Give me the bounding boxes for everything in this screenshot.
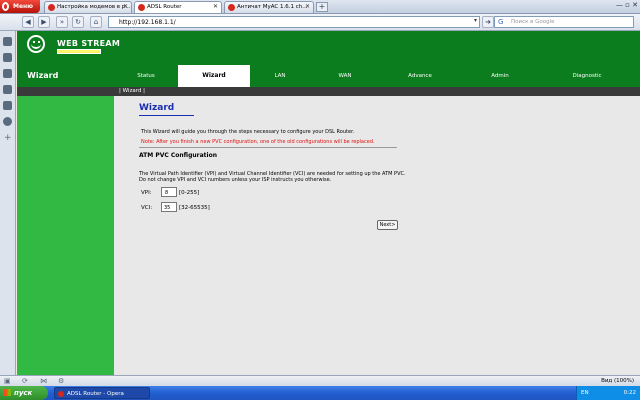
brand-tagline-strip <box>57 49 101 54</box>
close-tab-icon[interactable]: ✕ <box>213 3 218 10</box>
nav-lan[interactable]: LAN <box>250 65 310 87</box>
home-icon: ⌂ <box>93 18 99 26</box>
unite-status-icon[interactable]: ⋈ <box>40 377 47 385</box>
windows-logo-icon <box>4 389 11 396</box>
nav-wan[interactable]: WAN <box>310 65 380 87</box>
windows-taskbar: пуск ADSL Router - Opera EN 0:22 <box>0 386 640 400</box>
nav-wizard[interactable]: Wizard <box>178 65 250 87</box>
clock: 0:22 <box>623 390 636 396</box>
language-indicator[interactable]: EN <box>581 390 589 396</box>
intro-text: This Wizard will guide you through the s… <box>141 129 355 135</box>
back-button[interactable]: ◀ <box>22 16 34 28</box>
sub-navigation: | Wizard | <box>17 87 640 96</box>
settings-gear-icon[interactable]: ⚙ <box>58 377 64 385</box>
menu-label: Меню <box>13 3 34 10</box>
address-field[interactable]: http://192.168.1.1/ ▾ <box>108 16 480 28</box>
vci-input[interactable]: 35 <box>161 202 177 212</box>
left-green-column <box>17 96 114 375</box>
vpi-label: VPI: <box>141 190 152 196</box>
opera-menu-button[interactable]: Меню <box>0 0 40 13</box>
back-arrow-icon: ◀ <box>25 18 31 26</box>
nav-status[interactable]: Status <box>114 65 178 87</box>
taskbar-item-label: ADSL Router - Opera <box>67 391 124 397</box>
go-icon: ➜ <box>485 18 491 26</box>
nav-admin[interactable]: Admin <box>460 65 540 87</box>
brand-name: WEB STREAM <box>57 39 121 48</box>
widgets-icon[interactable] <box>3 53 12 62</box>
tab-adsl-router[interactable]: ADSL Router ✕ <box>134 1 222 13</box>
vci-range: [32-65535] <box>179 205 210 211</box>
search-input[interactable]: G Поиск в Google <box>494 16 634 28</box>
nav-advance[interactable]: Advance <box>380 65 460 87</box>
opera-logo-icon <box>2 2 9 11</box>
next-button[interactable]: Next> <box>377 220 398 230</box>
start-button[interactable]: пуск <box>0 386 48 400</box>
vpi-range: [0-255] <box>179 190 200 196</box>
opera-favicon-icon <box>228 4 235 11</box>
page-title: Wizard <box>139 103 175 113</box>
opera-side-panel: + <box>0 31 16 375</box>
description-line-2: Do not change VPI and VCI numbers unless… <box>139 177 332 183</box>
taskbar-item-opera[interactable]: ADSL Router - Opera <box>54 387 150 399</box>
close-tab-icon[interactable]: ✕ <box>123 3 128 10</box>
forward-button[interactable]: ▶ <box>38 16 50 28</box>
fast-forward-button[interactable]: » <box>56 16 68 28</box>
go-button[interactable]: ➜ <box>482 16 494 28</box>
divider <box>139 147 397 148</box>
opera-favicon-icon <box>58 391 64 397</box>
subnav-wizard[interactable]: | Wizard | <box>119 88 145 94</box>
history-icon[interactable] <box>3 117 12 126</box>
nav-diagnostic[interactable]: Diagnostic <box>540 65 634 87</box>
start-label: пуск <box>14 389 33 397</box>
tab-antichat[interactable]: Античат MyAC 1.6.1 ch... ✕ <box>224 1 314 13</box>
new-tab-button[interactable]: + <box>316 2 328 12</box>
unite-icon[interactable] <box>3 69 12 78</box>
main-navigation: Wizard Status Wizard LAN WAN Advance Adm… <box>17 65 640 87</box>
zoom-level[interactable]: Вид (100%) <box>601 378 634 384</box>
section-heading: ATM PVC Configuration <box>139 152 217 159</box>
home-button[interactable]: ⌂ <box>90 16 102 28</box>
window-controls[interactable]: — ▫ ✕ <box>616 1 638 9</box>
fast-forward-icon: » <box>59 18 65 26</box>
reload-icon: ↻ <box>75 18 81 26</box>
tab-label: ADSL Router <box>147 4 182 10</box>
vpi-input[interactable]: 8 <box>161 187 177 197</box>
google-search-icon: G <box>498 18 504 26</box>
search-placeholder: Поиск в Google <box>511 19 555 25</box>
reload-button[interactable]: ↻ <box>72 16 84 28</box>
tab-label: Настройка модемов в р... <box>57 4 131 10</box>
status-bar: ▣ ⟳ ⋈ ⚙ Вид (100%) <box>0 375 640 386</box>
tab-modem-settings[interactable]: Настройка модемов в р... ✕ <box>44 1 132 13</box>
address-text: http://192.168.1.1/ <box>119 19 176 26</box>
notes-icon[interactable] <box>3 85 12 94</box>
opera-favicon-icon <box>138 4 145 11</box>
vci-label: VCI: <box>141 205 153 211</box>
system-tray: EN 0:22 <box>576 386 640 400</box>
downloads-icon[interactable] <box>3 101 12 110</box>
close-tab-icon[interactable]: ✕ <box>305 3 310 10</box>
add-panel-icon[interactable]: + <box>4 133 12 143</box>
section-title: Wizard <box>27 71 59 80</box>
panel-toggle-icon[interactable]: ▣ <box>4 377 11 385</box>
page-content: WEB STREAM Wizard Status Wizard LAN WAN … <box>17 31 640 375</box>
tab-bar: Меню Настройка модемов в р... ✕ ADSL Rou… <box>0 0 640 14</box>
navigation-bar: ◀ ▶ » ↻ ⌂ http://192.168.1.1/ ▾ ➜ G Поис… <box>0 14 640 31</box>
router-header: WEB STREAM <box>17 31 640 65</box>
title-underline <box>139 115 194 116</box>
turbo-icon[interactable]: ⟳ <box>22 377 28 385</box>
bookmarks-icon[interactable] <box>3 37 12 46</box>
warning-note: Note: After you finish a new PVC configu… <box>141 139 375 145</box>
logo-eyes <box>33 41 40 43</box>
forward-arrow-icon: ▶ <box>41 18 47 26</box>
chevron-down-icon[interactable]: ▾ <box>474 17 477 24</box>
tab-label: Античат MyAC 1.6.1 ch... <box>237 4 308 10</box>
opera-favicon-icon <box>48 4 55 11</box>
